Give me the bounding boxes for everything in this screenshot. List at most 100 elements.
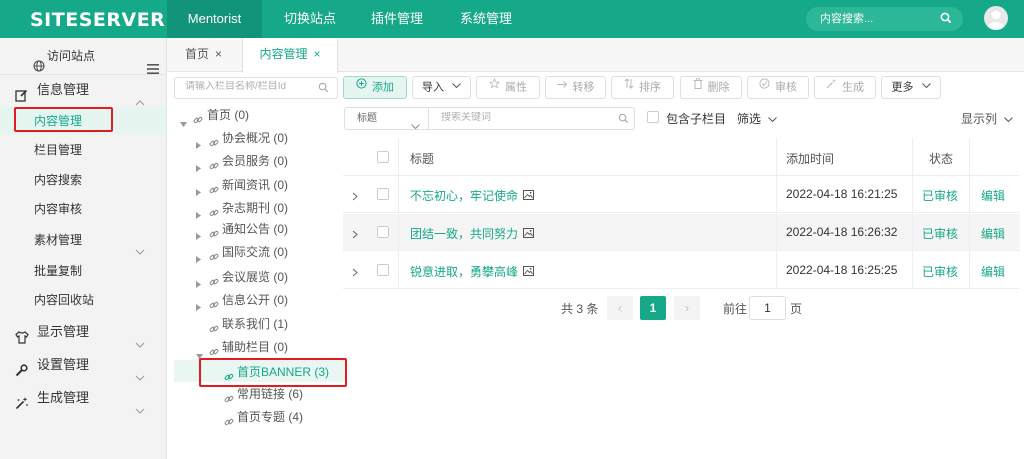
- tree-node[interactable]: 首页 (0): [0, 104, 340, 127]
- user-avatar[interactable]: [984, 6, 1008, 30]
- search-field-select[interactable]: 标题: [344, 107, 428, 130]
- edit-link[interactable]: 编辑: [981, 263, 1005, 280]
- pagination-page-1[interactable]: 1: [640, 296, 666, 320]
- nav-system-management[interactable]: 系统管理: [460, 0, 512, 38]
- column-header-title[interactable]: 标题: [410, 150, 434, 167]
- add-button-label: 添加: [372, 81, 394, 94]
- tree-node[interactable]: 会议展览 (0): [0, 266, 340, 288]
- tree-node-label: 首页专题 (4): [237, 410, 304, 424]
- content-search-input[interactable]: [820, 10, 935, 28]
- tree-node-label: 联系我们 (1): [222, 317, 289, 331]
- tree-node[interactable]: 国际交流 (0): [0, 241, 340, 263]
- column-search-box: [174, 77, 338, 99]
- column-display-dropdown[interactable]: 显示列: [961, 110, 1014, 127]
- sort-button[interactable]: 排序: [611, 76, 674, 99]
- tree-node[interactable]: 首页专题 (4): [0, 406, 340, 428]
- delete-button-label: 删除: [707, 81, 730, 94]
- close-icon[interactable]: ×: [314, 47, 321, 61]
- content-title-link[interactable]: 团结一致，共同努力: [410, 225, 535, 242]
- tab-label: 内容管理: [259, 47, 308, 61]
- tab-label: 首页: [185, 47, 210, 61]
- tree-node[interactable]: 协会概况 (0): [0, 127, 340, 149]
- content-title: 团结一致，共同努力: [410, 227, 519, 241]
- generate-button[interactable]: 生成: [814, 76, 876, 99]
- plus-circle-icon: [356, 76, 367, 97]
- content-added-time: 2022-04-18 16:25:25: [786, 263, 898, 277]
- tree-node-label: 通知公告 (0): [222, 222, 289, 236]
- tree-node[interactable]: 会员服务 (0): [0, 150, 340, 172]
- nav-plugin-management[interactable]: 插件管理: [371, 0, 423, 38]
- expand-row-icon[interactable]: [352, 228, 358, 242]
- search-icon[interactable]: [618, 113, 629, 127]
- import-button[interactable]: 导入: [412, 76, 471, 99]
- column-header-status[interactable]: 状态: [929, 150, 953, 167]
- row-checkbox[interactable]: [377, 188, 389, 200]
- magic-wand-icon: [826, 76, 837, 97]
- chevron-down-icon: [1004, 111, 1014, 125]
- tree-node[interactable]: 联系我们 (1): [0, 313, 340, 335]
- column-divider: [969, 138, 970, 289]
- delete-button[interactable]: 删除: [680, 76, 742, 99]
- menu-group-label: 信息管理: [37, 82, 90, 97]
- tree-node-label: 信息公开 (0): [222, 293, 289, 307]
- nav-mentorist[interactable]: Mentorist: [167, 0, 262, 38]
- column-header-time[interactable]: 添加时间: [786, 150, 834, 167]
- search-icon[interactable]: [940, 12, 952, 27]
- tab-bar: 首页 × 内容管理 ×: [167, 38, 1024, 73]
- nav-switch-site[interactable]: 切换站点: [284, 0, 336, 38]
- tree-node-label: 首页 (0): [207, 108, 250, 122]
- include-children-checkbox[interactable]: [647, 111, 659, 123]
- add-button[interactable]: 添加: [343, 76, 407, 99]
- pagination-prev-button[interactable]: ‹: [607, 296, 633, 320]
- logo[interactable]: SITESERVER: [30, 9, 165, 31]
- top-bar: SITESERVER Mentorist 切换站点 插件管理 系统管理: [0, 0, 1024, 38]
- more-button[interactable]: 更多: [881, 76, 941, 99]
- tree-node[interactable]: 信息公开 (0): [0, 289, 340, 311]
- status-badge: 已审核: [922, 227, 959, 241]
- visit-site-link[interactable]: 访问站点: [47, 38, 95, 75]
- tab-home[interactable]: 首页 ×: [185, 38, 222, 72]
- filter-dropdown[interactable]: 筛选: [737, 110, 778, 127]
- tree-node[interactable]: 新闻资讯 (0): [0, 174, 340, 196]
- arrow-right-icon: [557, 76, 568, 97]
- attributes-button[interactable]: 属性: [476, 76, 540, 99]
- highlight-box-home-banner: [199, 358, 347, 387]
- expand-row-icon[interactable]: [352, 266, 358, 280]
- select-all-checkbox[interactable]: [377, 151, 389, 163]
- move-button[interactable]: 转移: [545, 76, 606, 99]
- content-title: 锐意进取，勇攀高峰: [410, 265, 519, 279]
- import-button-label: 导入: [421, 81, 444, 94]
- keyword-search-box: [428, 107, 635, 130]
- content-title-link[interactable]: 锐意进取，勇攀高峰: [410, 263, 535, 280]
- tree-node-label: 协会概况 (0): [222, 131, 289, 145]
- pagination-next-button[interactable]: ›: [674, 296, 700, 320]
- tree-node[interactable]: 杂志期刊 (0): [0, 197, 340, 219]
- status-badge: 已审核: [922, 189, 959, 203]
- goto-suffix: 页: [790, 302, 803, 316]
- check-circle-icon: [759, 76, 770, 97]
- tree-node[interactable]: 辅助栏目 (0): [0, 336, 340, 359]
- content-title-link[interactable]: 不忘初心，牢记使命: [410, 187, 535, 204]
- keyword-search-input[interactable]: [441, 112, 611, 123]
- review-button-label: 审核: [775, 81, 797, 94]
- move-button-label: 转移: [572, 81, 595, 94]
- edit-link[interactable]: 编辑: [981, 187, 1005, 204]
- tab-content-management[interactable]: 内容管理 ×: [242, 38, 338, 73]
- menu-group-info-management[interactable]: 信息管理: [0, 75, 166, 106]
- row-checkbox[interactable]: [377, 226, 389, 238]
- row-checkbox[interactable]: [377, 264, 389, 276]
- image-icon: [523, 227, 535, 241]
- expand-row-icon[interactable]: [352, 190, 358, 204]
- more-button-label: 更多: [891, 81, 914, 94]
- close-icon[interactable]: ×: [215, 47, 222, 61]
- column-divider: [912, 138, 913, 289]
- edit-link[interactable]: 编辑: [981, 225, 1005, 242]
- tree-node-label: 会议展览 (0): [222, 270, 289, 284]
- link-icon: [224, 412, 234, 434]
- tree-node[interactable]: 通知公告 (0): [0, 218, 340, 240]
- goto-page-input[interactable]: 1: [749, 296, 786, 320]
- column-search-input[interactable]: [185, 81, 315, 92]
- search-icon[interactable]: [318, 82, 329, 96]
- review-button[interactable]: 审核: [747, 76, 809, 99]
- table-row: 不忘初心，牢记使命 2022-04-18 16:21:25 已审核 编辑: [343, 176, 1020, 213]
